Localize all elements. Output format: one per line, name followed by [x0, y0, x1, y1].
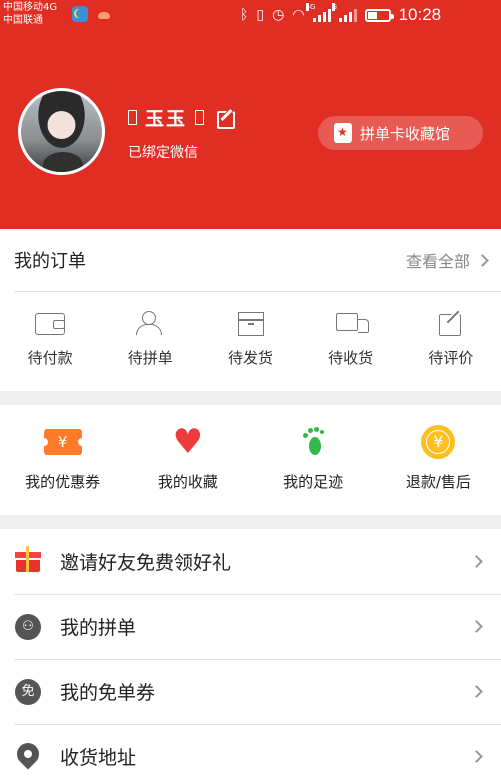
group-icon — [133, 309, 167, 339]
card-collection-button[interactable]: 拼单卡收藏馆 — [318, 116, 483, 150]
carrier-label-1: 中国移动4G — [3, 2, 58, 13]
menu-item-label: 我的免单券 — [60, 682, 156, 704]
chevron-right-icon — [470, 685, 483, 698]
bluetooth-icon: ᛒ — [240, 7, 249, 23]
orders-title: 我的订单 — [14, 251, 86, 272]
see-all-orders-link[interactable]: 查看全部 — [405, 248, 489, 272]
emoji-placeholder-icon — [128, 110, 137, 125]
vibrate-icon: ▯ — [256, 7, 265, 23]
orders-section: 我的订单 查看全部 待付款 待拼单 待发货 待收货 待评价 — [0, 229, 501, 391]
order-item-label: 待付款 — [27, 349, 73, 367]
order-pending-receipt[interactable]: 待收货 — [301, 305, 401, 368]
clock: 10:28 — [398, 5, 442, 24]
refund-icon: ¥ — [418, 425, 458, 459]
menu-item-invite-friends[interactable]: 邀请好友免费领好礼 — [0, 529, 501, 594]
username-row[interactable]: 玉玉 — [128, 104, 236, 131]
see-all-label: 查看全部 — [405, 252, 470, 271]
order-pending-shipment[interactable]: 待发货 — [200, 305, 300, 368]
box-icon — [233, 309, 267, 339]
moon-app-icon — [72, 6, 88, 22]
shortcut-row: ¥ 我的优惠券 ♥ 我的收藏 我的足迹 ¥ 退款/售后 — [0, 405, 501, 515]
signal-icon: 4G — [305, 3, 331, 22]
cloud-app-icon — [96, 6, 112, 22]
carrier-info: 中国移动4G 中国联通 — [3, 1, 57, 27]
group-circle-icon: ⚇ — [14, 613, 42, 641]
shortcut-refund[interactable]: ¥ 退款/售后 — [376, 425, 501, 515]
order-pending-review[interactable]: 待评价 — [401, 305, 501, 368]
wechat-bound-status: 已绑定微信 — [128, 145, 198, 161]
shortcut-coupons[interactable]: ¥ 我的优惠券 — [0, 425, 125, 515]
username: 玉玉 — [145, 108, 188, 130]
order-item-label: 待评价 — [428, 349, 474, 367]
shortcut-label: 我的收藏 — [157, 473, 218, 491]
menu-item-free-order-coupons[interactable]: 免 我的免单券 — [0, 659, 501, 724]
order-item-label: 待收货 — [328, 349, 374, 367]
location-pin-icon — [12, 737, 44, 771]
order-item-label: 待拼单 — [127, 349, 173, 367]
menu-item-label: 收货地址 — [60, 747, 137, 769]
menu-item-label: 我的拼单 — [60, 617, 137, 639]
chevron-right-icon — [470, 620, 483, 633]
shortcut-footprints[interactable]: 我的足迹 — [251, 425, 376, 515]
order-item-label: 待发货 — [227, 349, 273, 367]
footprint-icon — [293, 425, 333, 459]
shortcut-favorites[interactable]: ♥ 我的收藏 — [125, 425, 250, 515]
shortcut-label: 我的优惠券 — [25, 473, 101, 491]
coupon-icon: ¥ — [39, 425, 86, 459]
menu-item-shipping-address[interactable]: 收货地址 — [0, 724, 501, 777]
emoji-placeholder-icon — [195, 110, 205, 125]
gift-icon — [14, 545, 42, 576]
status-icons: ᛒ ▯ ◷ ◠ 4G G 10:28 — [240, 3, 442, 25]
truck-icon — [334, 309, 369, 339]
divider — [14, 291, 501, 292]
shortcut-label: 退款/售后 — [405, 473, 471, 491]
shortcut-label: 我的足迹 — [283, 473, 344, 491]
card-icon — [334, 123, 352, 143]
order-pending-payment[interactable]: 待付款 — [0, 305, 100, 368]
free-order-icon: 免 — [14, 678, 42, 706]
heart-icon: ♥ — [172, 422, 204, 462]
menu-item-label: 邀请好友免费领好礼 — [60, 552, 232, 574]
edit-icon — [434, 309, 468, 339]
status-bar: 中国移动4G 中国联通 ᛒ ▯ ◷ ◠ 4G G 10:28 — [0, 0, 501, 30]
battery-icon — [364, 8, 394, 22]
card-collection-label: 拼单卡收藏馆 — [360, 124, 451, 143]
alarm-icon: ◷ — [272, 7, 285, 23]
signal-icon-2: G — [331, 3, 357, 22]
menu-list: 邀请好友免费领好礼 ⚇ 我的拼单 免 我的免单券 收货地址 — [0, 529, 501, 777]
wifi-icon: ◠ — [292, 7, 305, 23]
carrier-label-2: 中国联通 — [3, 15, 43, 26]
menu-item-my-group-orders[interactable]: ⚇ 我的拼单 — [0, 594, 501, 659]
network-type-label-2: G — [331, 3, 337, 11]
order-pending-group[interactable]: 待拼单 — [100, 305, 200, 368]
chevron-right-icon — [470, 555, 483, 568]
chevron-right-icon — [470, 750, 483, 763]
order-status-row: 待付款 待拼单 待发货 待收货 待评价 — [0, 305, 501, 368]
network-type-label: 4G — [305, 3, 316, 11]
profile-header: 玉玉 已绑定微信 拼单卡收藏馆 — [0, 30, 501, 229]
chevron-right-icon — [476, 253, 489, 267]
edit-name-icon[interactable] — [216, 108, 236, 129]
avatar[interactable] — [18, 88, 105, 175]
wallet-icon — [33, 309, 67, 339]
